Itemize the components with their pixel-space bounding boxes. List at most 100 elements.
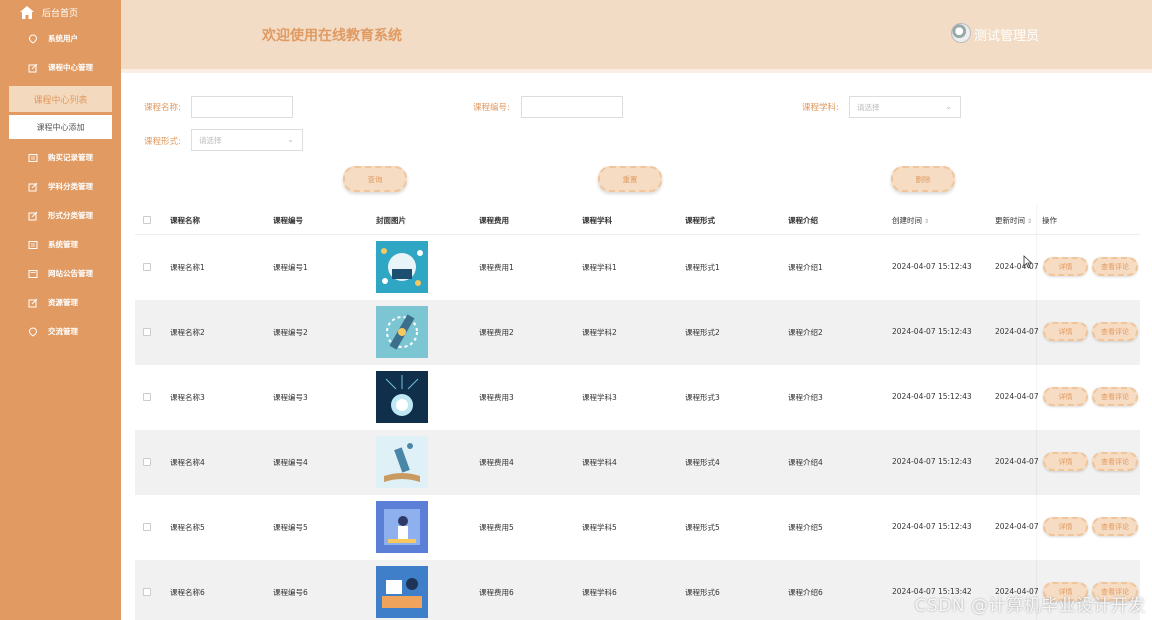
sidebar-item-system[interactable]: 系统管理	[0, 230, 121, 259]
sidebar-item-notice[interactable]: 网站公告管理	[0, 259, 121, 288]
table-header: 课程名称 课程编号 封面图片 课程费用 课程学科 课程形式 课程介绍 创建时间 ⇕…	[135, 204, 1140, 235]
cell-course-form: 课程形式5	[685, 523, 720, 532]
row-checkbox[interactable]	[143, 328, 151, 336]
cell-course-fee: 课程费用1	[479, 263, 514, 272]
detail-button[interactable]: 详情	[1043, 452, 1088, 471]
detail-button[interactable]: 详情	[1043, 387, 1088, 406]
cell-course-fee: 课程费用6	[479, 588, 514, 597]
search-button[interactable]: 查询	[343, 166, 407, 192]
sidebar-item-resources[interactable]: 资源管理	[0, 288, 121, 317]
column-header: 课程名称	[170, 216, 200, 225]
sidebar-subitem-course-list[interactable]: 课程中心列表	[9, 86, 112, 112]
table-row: 课程名称4 课程编号4 课程费用4 课程学科4 课程形式4 课程介绍4 2024…	[135, 430, 1140, 495]
page-title: 欢迎使用在线教育系统	[262, 28, 402, 44]
cell-course-form: 课程形式4	[685, 458, 720, 467]
row-checkbox[interactable]	[143, 458, 151, 466]
sidebar-item-label: 购买记录管理	[48, 153, 93, 162]
sidebar-item-subject-category[interactable]: 学科分类管理	[0, 172, 121, 201]
view-comments-button[interactable]: 查看评论	[1092, 517, 1138, 536]
cell-course-subject: 课程学科4	[582, 458, 617, 467]
cell-course-intro: 课程介绍6	[788, 588, 823, 597]
row-checkbox[interactable]	[143, 588, 151, 596]
column-header: 课程介绍	[788, 216, 818, 225]
sort-icon[interactable]: ⇕	[1027, 218, 1032, 225]
row-checkbox[interactable]	[143, 523, 151, 531]
cell-updated-time: 2024-04-07	[995, 327, 1039, 336]
avatar[interactable]	[951, 23, 971, 43]
sidebar-item-users[interactable]: 系统用户	[0, 24, 121, 53]
view-comments-button[interactable]: 查看评论	[1092, 387, 1138, 406]
cell-created-time: 2024-04-07 15:12:43	[892, 457, 972, 466]
row-checkbox[interactable]	[143, 393, 151, 401]
cell-course-name: 课程名称5	[170, 523, 205, 532]
cell-course-subject: 课程学科3	[582, 393, 617, 402]
column-header: 课程形式	[685, 216, 715, 225]
sidebar-item-label: 交流管理	[48, 327, 78, 336]
cell-updated-time: 2024-04-07	[995, 522, 1039, 531]
table-row: 课程名称5 课程编号5 课程费用5 课程学科5 课程形式5 课程介绍5 2024…	[135, 495, 1140, 560]
sidebar-item-label: 课程中心管理	[48, 63, 93, 72]
cell-created-time: 2024-04-07 15:12:43	[892, 392, 972, 401]
course-name-label: 课程名称:	[144, 103, 181, 113]
cell-course-intro: 课程介绍2	[788, 328, 823, 337]
column-header-sortable[interactable]: 更新时间 ⇕	[995, 215, 1032, 226]
location-icon	[28, 33, 38, 44]
sidebar-item-label: 后台首页	[42, 8, 79, 19]
sidebar-item-communication[interactable]: 交流管理	[0, 317, 121, 346]
view-comments-button[interactable]: 查看评论	[1092, 257, 1138, 276]
sidebar-item-label: 资源管理	[48, 298, 78, 307]
cell-course-name: 课程名称4	[170, 458, 205, 467]
cell-created-time: 2024-04-07 15:12:43	[892, 327, 972, 336]
course-table: 课程名称 课程编号 封面图片 课程费用 课程学科 课程形式 课程介绍 创建时间 ⇕…	[135, 204, 1140, 620]
detail-button[interactable]: 详情	[1043, 517, 1088, 536]
cell-course-form: 课程形式2	[685, 328, 720, 337]
course-code-input[interactable]	[521, 96, 623, 118]
row-checkbox[interactable]	[143, 263, 151, 271]
user-name[interactable]: 测试管理员	[974, 25, 1039, 44]
reset-button[interactable]: 重置	[598, 166, 662, 192]
cell-course-intro: 课程介绍1	[788, 263, 823, 272]
sidebar-item-purchase-records[interactable]: 购买记录管理	[0, 143, 121, 172]
detail-button[interactable]: 详情	[1043, 257, 1088, 276]
cell-course-form: 课程形式1	[685, 263, 720, 272]
chevron-down-icon: ⌄	[287, 135, 294, 144]
notice-icon	[28, 269, 38, 279]
sort-icon[interactable]: ⇕	[924, 218, 929, 225]
cell-course-intro: 课程介绍5	[788, 523, 823, 532]
sidebar-item-label: 形式分类管理	[48, 211, 93, 220]
cell-course-subject: 课程学科2	[582, 328, 617, 337]
table-row: 课程名称3 课程编号3 课程费用3 课程学科3 课程形式3 课程介绍3 2024…	[135, 365, 1140, 430]
edit-icon	[28, 298, 38, 308]
sidebar-item-home[interactable]: 后台首页	[0, 0, 121, 24]
select-all-checkbox[interactable]	[143, 216, 151, 224]
sidebar-subitem-course-add[interactable]: 课程中心添加	[9, 115, 112, 139]
sidebar-subitem-label: 课程中心列表	[33, 95, 88, 106]
select-placeholder: 请选择	[857, 102, 880, 112]
cell-course-code: 课程编号3	[273, 393, 308, 402]
cell-course-code: 课程编号1	[273, 263, 308, 272]
edit-icon	[28, 63, 38, 73]
sidebar-item-course-center[interactable]: 课程中心管理	[0, 53, 121, 82]
view-comments-button[interactable]: 查看评论	[1092, 322, 1138, 341]
delete-button[interactable]: 删除	[891, 166, 955, 192]
sidebar-item-form-category[interactable]: 形式分类管理	[0, 201, 121, 230]
location-icon	[28, 326, 38, 337]
course-code-label: 课程编号:	[473, 103, 510, 113]
course-name-input[interactable]	[191, 96, 293, 118]
column-header-sortable[interactable]: 创建时间 ⇕	[892, 215, 929, 226]
cell-course-subject: 课程学科1	[582, 263, 617, 272]
cell-course-intro: 课程介绍4	[788, 458, 823, 467]
cover-image	[376, 371, 428, 423]
view-comments-button[interactable]: 查看评论	[1092, 452, 1138, 471]
column-header: 封面图片	[376, 216, 406, 225]
cover-image	[376, 306, 428, 358]
cell-course-name: 课程名称1	[170, 263, 205, 272]
cell-course-name: 课程名称3	[170, 393, 205, 402]
column-header: 课程学科	[582, 216, 612, 225]
cell-course-form: 课程形式3	[685, 393, 720, 402]
detail-button[interactable]: 详情	[1043, 322, 1088, 341]
cell-updated-time: 2024-04-07	[995, 457, 1039, 466]
course-subject-select[interactable]: 请选择 ⌄	[849, 96, 961, 118]
sidebar: 后台首页 系统用户 课程中心管理 课程中心列表 课程中心添加 购买记录管理 学科…	[0, 0, 121, 620]
course-form-select[interactable]: 请选择 ⌄	[191, 129, 303, 151]
